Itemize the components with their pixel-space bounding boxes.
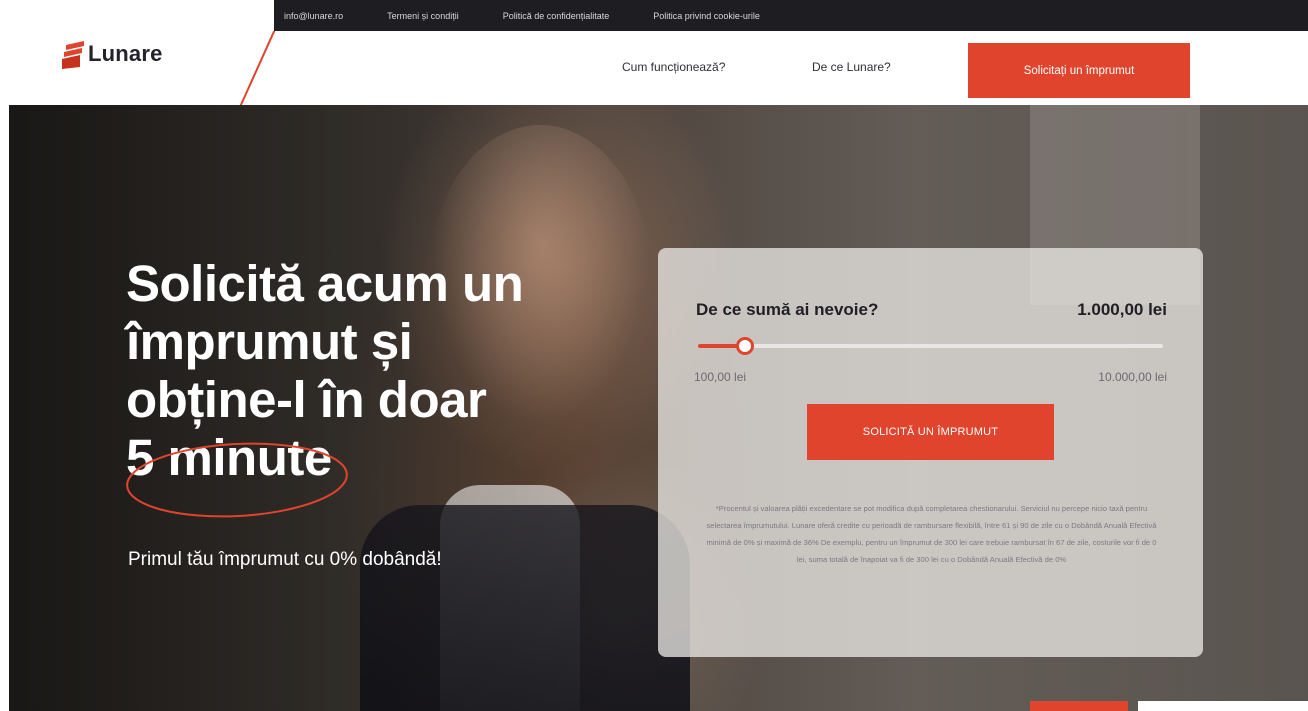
hero-section: Solicită acum un împrumut și obține-l în… xyxy=(0,105,1308,711)
hero-title-line-3: obține-l în doar xyxy=(126,371,487,428)
email-link[interactable]: info@lunare.ro xyxy=(284,11,343,21)
terms-link[interactable]: Termeni și condiții xyxy=(387,11,459,21)
page: info@lunare.ro Termeni și condiții Polit… xyxy=(0,0,1308,711)
legal-note: *Procentul și valoarea plății excedentar… xyxy=(706,504,1157,564)
bottom-accent-tab xyxy=(1030,701,1128,711)
bottom-white-tab xyxy=(1138,701,1308,711)
top-links: info@lunare.ro Termeni și condiții Polit… xyxy=(284,0,804,31)
nav-how-it-works[interactable]: Cum funcționează? xyxy=(622,60,725,74)
selected-amount: 1.000,00 lei xyxy=(1077,300,1167,319)
privacy-link[interactable]: Politică de confidențialitate xyxy=(503,11,610,21)
logo-text: Lunare xyxy=(88,41,163,66)
amount-slider-thumb[interactable] xyxy=(735,337,754,355)
loan-calculator-card: De ce sumă ai nevoie? 1.000,00 lei 100,0… xyxy=(658,248,1203,657)
hero-title-line-2: împrumut și xyxy=(126,313,413,370)
slider-max-label: 10.000,00 lei xyxy=(1098,370,1167,384)
logo[interactable]: Lunare xyxy=(62,41,163,69)
hero-title-line-1: Solicită acum un xyxy=(126,255,524,312)
top-strip: info@lunare.ro Termeni și condiții Polit… xyxy=(0,0,1308,31)
site-header: Lunare Cum funcționează? De ce Lunare? S… xyxy=(0,31,1308,108)
hero-highlight-circle xyxy=(126,442,348,518)
slider-min-label: 100,00 lei xyxy=(694,370,747,384)
cookie-policy-link[interactable]: Politica privind cookie-urile xyxy=(653,11,760,21)
nav-why-lunare[interactable]: De ce Lunare? xyxy=(812,60,891,74)
apply-loan-button[interactable]: Solicitați un împrumut xyxy=(968,43,1190,98)
page-edge xyxy=(0,105,9,711)
hero-subtitle: Primul tău împrumut cu 0% dobândă! xyxy=(128,549,442,570)
request-loan-button[interactable]: SOLICITĂ UN ÎMPRUMUT xyxy=(807,404,1054,460)
header-slash-decoration xyxy=(239,31,276,108)
amount-question: De ce sumă ai nevoie? xyxy=(696,300,879,319)
logo-mark-icon xyxy=(62,41,86,69)
top-strip-logo-area xyxy=(0,0,274,31)
amount-slider[interactable] xyxy=(698,337,1163,355)
